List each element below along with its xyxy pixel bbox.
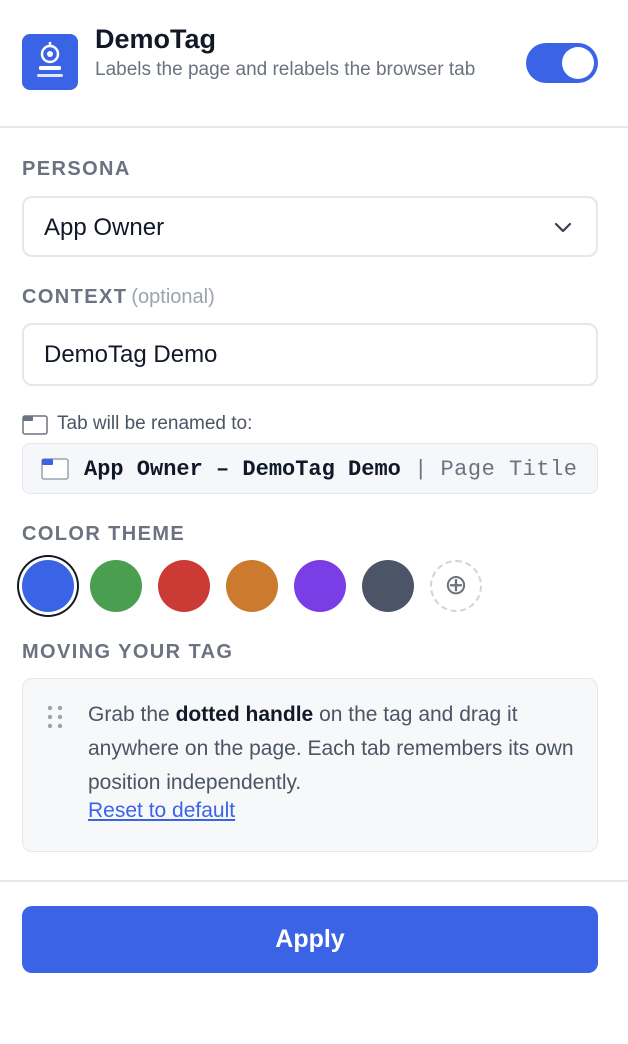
tab-name: App Owner – DemoTag Demo — [84, 457, 401, 482]
color-swatch[interactable] — [158, 560, 210, 612]
color-theme-label: COLOR THEME — [22, 523, 186, 545]
footer-divider — [0, 880, 628, 882]
tab-preview: App Owner – DemoTag Demo | Page Title — [22, 443, 598, 494]
chevron-down-icon — [554, 222, 572, 233]
color-swatch[interactable] — [22, 560, 74, 612]
browser-tab-icon — [41, 458, 69, 480]
context-label-text: CONTEXT — [22, 286, 128, 308]
color-swatch[interactable] — [362, 560, 414, 612]
moving-instructions: Grab the dotted handle on the tag and dr… — [88, 698, 588, 800]
color-swatch[interactable] — [294, 560, 346, 612]
browser-tab-icon — [22, 415, 48, 435]
context-optional: (optional) — [131, 286, 215, 308]
robot-tag-icon — [22, 34, 78, 90]
tab-hint: Tab will be renamed to: — [57, 413, 253, 434]
moving-label: MOVING YOUR TAG — [22, 641, 234, 663]
persona-value: App Owner — [44, 214, 165, 241]
color-swatch[interactable] — [90, 560, 142, 612]
moving-text-before: Grab the — [88, 703, 176, 726]
color-swatch[interactable] — [226, 560, 278, 612]
enable-toggle[interactable] — [526, 43, 598, 83]
moving-text-bold: dotted handle — [175, 703, 314, 726]
apply-button[interactable]: Apply — [22, 906, 598, 973]
app-subtitle: Labels the page and relabels the browser… — [95, 59, 476, 80]
reset-default-link[interactable]: Reset to default — [88, 799, 235, 823]
toggle-knob — [562, 47, 594, 79]
tab-page-title: Page Title — [440, 457, 578, 482]
header: DemoTag Labels the page and relabels the… — [0, 0, 628, 128]
persona-select[interactable]: App Owner — [22, 196, 598, 257]
tab-preview-text: App Owner – DemoTag Demo | Page Title — [84, 457, 578, 482]
moving-info-box: Grab the dotted handle on the tag and dr… — [22, 678, 598, 852]
plus-circle-icon[interactable]: ⊕ — [430, 560, 482, 612]
tab-separator: | — [414, 457, 428, 482]
drag-handle-icon — [47, 705, 63, 729]
context-label: CONTEXT (optional) — [22, 286, 215, 309]
context-input[interactable] — [22, 323, 598, 386]
app-title: DemoTag — [95, 24, 217, 54]
persona-label: PERSONA — [22, 158, 131, 180]
